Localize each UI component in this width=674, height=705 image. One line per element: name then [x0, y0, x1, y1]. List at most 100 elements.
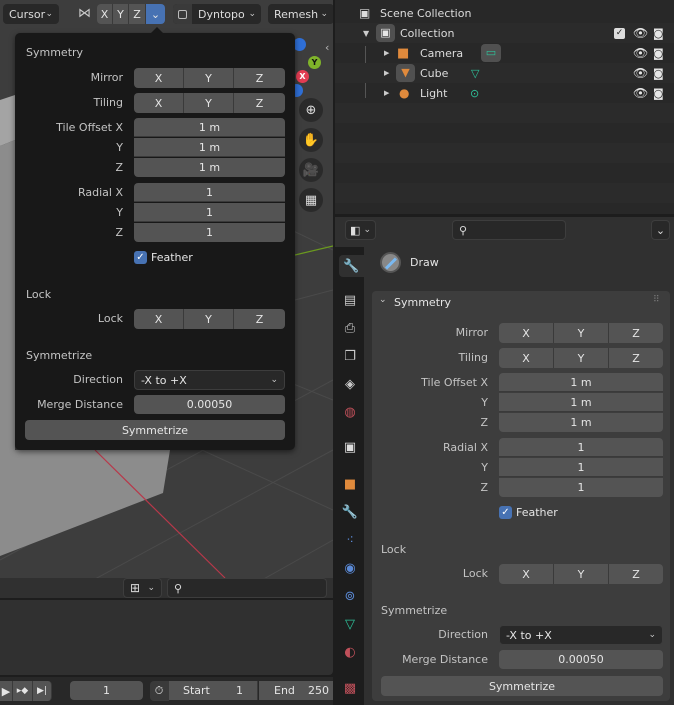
lock-y-toggle[interactable]: Y — [184, 309, 234, 329]
tiling-y-toggle[interactable]: Y — [554, 348, 609, 368]
dyntopo-toggle[interactable]: Dyntopo ⌄ — [173, 4, 261, 24]
tab-scene[interactable]: ◈ — [339, 373, 361, 395]
timeline-region[interactable] — [0, 600, 333, 675]
dyntopo-checkbox[interactable] — [173, 4, 192, 24]
lock-y-toggle[interactable]: Y — [554, 564, 609, 584]
radial-y-field[interactable]: 1 — [499, 458, 663, 477]
render-camera-icon[interactable]: ◙ — [653, 67, 664, 80]
radial-x-field[interactable]: 1 — [499, 438, 663, 457]
mirror-z-toggle[interactable]: Z — [129, 4, 146, 24]
render-camera-icon[interactable]: ◙ — [653, 27, 664, 40]
options-dropdown[interactable]: ⌄ — [651, 220, 670, 240]
search-input[interactable]: ⚲ — [167, 578, 327, 598]
outliner-row-light[interactable]: ▶ ● Light ⊙ 👁 ◙ — [335, 83, 674, 103]
stopwatch-icon[interactable]: ⏱ — [150, 681, 169, 701]
end-frame-field[interactable]: End 250 — [259, 681, 333, 700]
eye-icon[interactable]: 👁 — [633, 26, 648, 40]
sidebar-toggle-icon[interactable]: ‹ — [325, 41, 329, 54]
eye-icon[interactable]: 👁 — [633, 66, 648, 80]
tile-offset-z-field[interactable]: 1 m — [499, 413, 663, 432]
gizmo-y-axis[interactable]: Y — [308, 56, 321, 69]
tile-offset-z-field[interactable]: 1 m — [134, 158, 285, 177]
tab-output[interactable]: ⎙ — [339, 317, 361, 339]
play-icon[interactable]: ▶ — [0, 681, 13, 701]
tab-render[interactable]: ▤ — [339, 289, 361, 311]
mirror-x-toggle[interactable]: X — [97, 4, 113, 24]
symmetry-popover-button[interactable]: ⌄ — [146, 4, 165, 24]
mirror-x-toggle[interactable]: X — [499, 323, 554, 343]
render-camera-icon[interactable]: ◙ — [653, 47, 664, 60]
editor-type-button[interactable]: ◧ ⌄ — [345, 220, 376, 240]
zoom-icon[interactable]: ⊕ — [299, 98, 323, 122]
expand-arrow-icon[interactable]: ▶ — [384, 49, 389, 57]
lock-x-toggle[interactable]: X — [499, 564, 554, 584]
outliner-row-camera[interactable]: ▶ ■ Camera ▭ 👁 ◙ — [335, 43, 674, 63]
tab-physics[interactable]: ◉ — [339, 557, 361, 579]
tab-data[interactable]: ▽ — [339, 613, 361, 635]
expand-arrow-icon[interactable]: ▼ — [363, 29, 369, 38]
perspective-grid-icon[interactable]: ▦ — [299, 188, 323, 212]
outliner[interactable]: ▣ Scene Collection ▼ ▣ Collection ✓ 👁 ◙ … — [335, 0, 674, 214]
tab-particles[interactable]: ⁖ — [339, 529, 361, 551]
tab-collection[interactable]: ▣ — [339, 436, 361, 458]
feather-label[interactable]: Feather — [151, 251, 193, 264]
eye-icon[interactable]: 👁 — [633, 86, 648, 100]
tab-constraints[interactable]: ⊚ — [339, 585, 361, 607]
symmetrize-button[interactable]: Symmetrize — [381, 676, 663, 696]
camera-view-icon[interactable]: 🎥 — [299, 158, 323, 182]
tab-texture[interactable]: ▩ — [339, 677, 361, 699]
current-frame-field[interactable]: 1 — [70, 681, 143, 700]
outliner-row-collection[interactable]: ▼ ▣ Collection ✓ 👁 ◙ — [335, 23, 674, 43]
tiling-x-toggle[interactable]: X — [134, 93, 184, 113]
tile-offset-y-field[interactable]: 1 m — [134, 138, 285, 157]
gizmo-x-axis[interactable]: X — [296, 70, 309, 83]
remesh-dropdown[interactable]: Remesh ⌄ — [268, 4, 333, 24]
tab-world[interactable]: ◍ — [339, 401, 361, 423]
mirror-y-toggle[interactable]: Y — [554, 323, 609, 343]
tiling-z-toggle[interactable]: Z — [609, 348, 663, 368]
tab-object[interactable]: ■ — [339, 473, 361, 495]
outliner-row-scene-collection[interactable]: ▣ Scene Collection — [335, 3, 674, 23]
merge-distance-field[interactable]: 0.00050 — [134, 395, 285, 414]
jump-end-icon[interactable]: ▶| — [33, 681, 52, 701]
direction-dropdown[interactable]: -X to +X ⌄ — [499, 625, 663, 645]
pan-hand-icon[interactable]: ✋ — [299, 128, 323, 152]
cursor-dropdown[interactable]: Cursor ⌄ — [3, 4, 59, 24]
properties-search-input[interactable]: ⚲ — [452, 220, 566, 240]
tab-material[interactable]: ◐ — [339, 641, 361, 663]
outliner-row-cube[interactable]: ▶ ▼ Cube ▽ 👁 ◙ — [335, 63, 674, 83]
eye-icon[interactable]: 👁 — [633, 46, 648, 60]
exclude-checkbox[interactable]: ✓ — [614, 27, 625, 39]
feather-checkbox[interactable]: ✓ — [134, 251, 147, 264]
mirror-z-toggle[interactable]: Z — [609, 323, 663, 343]
tiling-y-toggle[interactable]: Y — [184, 93, 234, 113]
feather-checkbox[interactable]: ✓ — [499, 506, 512, 519]
tab-tool[interactable]: 🔧 — [339, 255, 364, 277]
light-data-icon[interactable]: ⊙ — [470, 87, 479, 100]
start-frame-field[interactable]: Start 1 — [169, 681, 258, 700]
mirror-x-toggle[interactable]: X — [134, 68, 184, 88]
lock-x-toggle[interactable]: X — [134, 309, 184, 329]
render-camera-icon[interactable]: ◙ — [653, 87, 664, 100]
editor-type-button[interactable]: ⊞ ⌄ — [123, 578, 162, 598]
tile-offset-x-field[interactable]: 1 m — [134, 118, 285, 137]
lock-z-toggle[interactable]: Z — [234, 309, 285, 329]
symmetrize-button[interactable]: Symmetrize — [25, 420, 285, 440]
tiling-z-toggle[interactable]: Z — [234, 93, 285, 113]
mirror-y-toggle[interactable]: Y — [184, 68, 234, 88]
tile-offset-x-field[interactable]: 1 m — [499, 373, 663, 392]
tile-offset-y-field[interactable]: 1 m — [499, 393, 663, 412]
direction-dropdown[interactable]: -X to +X ⌄ — [134, 370, 285, 390]
merge-distance-field[interactable]: 0.00050 — [499, 650, 663, 669]
mirror-y-toggle[interactable]: Y — [113, 4, 129, 24]
radial-z-field[interactable]: 1 — [499, 478, 663, 497]
mesh-data-icon[interactable]: ▽ — [471, 67, 479, 80]
lock-z-toggle[interactable]: Z — [609, 564, 663, 584]
expand-arrow-icon[interactable]: ▶ — [384, 89, 389, 97]
tiling-x-toggle[interactable]: X — [499, 348, 554, 368]
radial-y-field[interactable]: 1 — [134, 203, 285, 222]
tab-modifiers[interactable]: 🔧 — [339, 501, 361, 523]
radial-z-field[interactable]: 1 — [134, 223, 285, 242]
mirror-z-toggle[interactable]: Z — [234, 68, 285, 88]
radial-x-field[interactable]: 1 — [134, 183, 285, 202]
